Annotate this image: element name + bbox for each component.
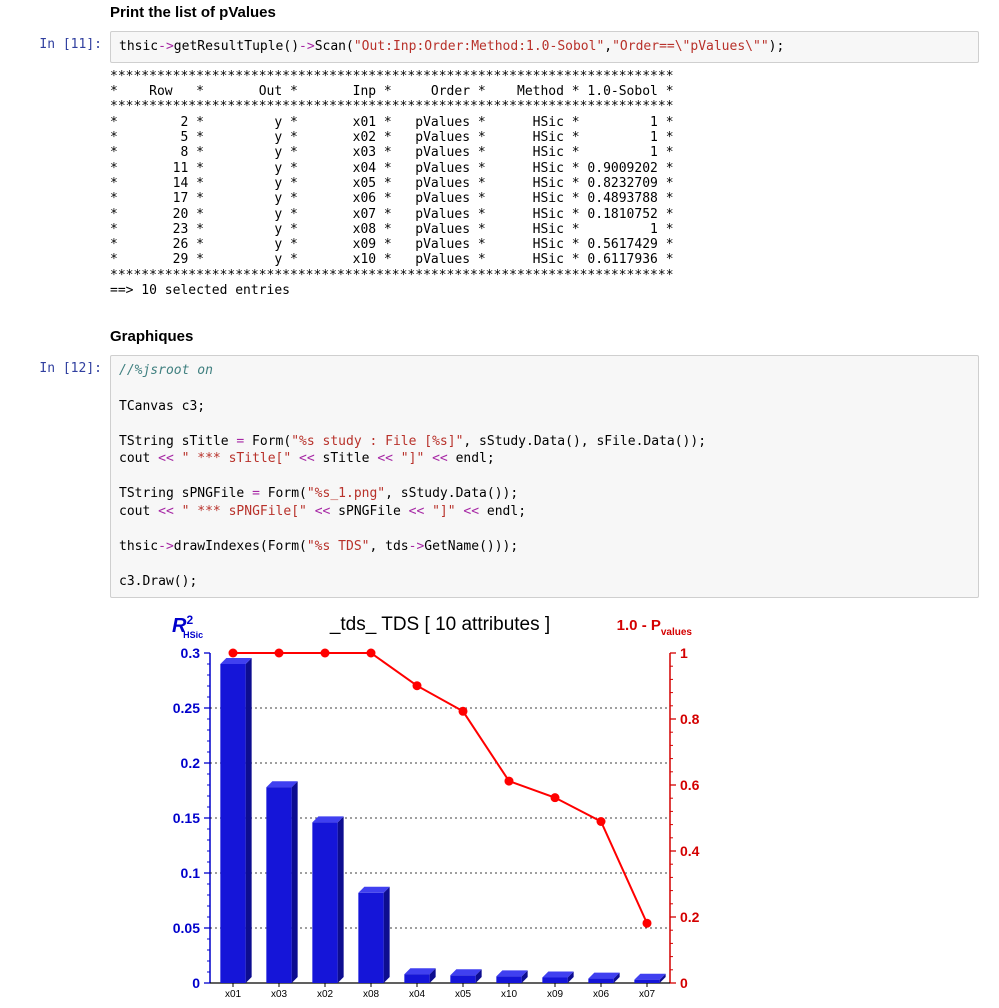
svg-text:x05: x05 [455, 989, 472, 1000]
code-tok: c3.Draw(); [119, 574, 197, 589]
code-tok [424, 504, 432, 519]
svg-text:0.15: 0.15 [173, 810, 200, 826]
code-tok: "%s study : File [%s]" [291, 434, 463, 449]
heading-pvalues: Print the list of pValues [110, 4, 979, 21]
svg-text:0.05: 0.05 [173, 920, 200, 936]
chart-output: _tds_ TDS [ 10 attributes ] R2HSic 1.0 - P… [140, 608, 700, 1008]
prompt-spacer: . [0, 598, 110, 619]
code-tok: TString sTitle [119, 434, 236, 449]
code-tok: -> [299, 39, 315, 54]
code-tok: ); [769, 39, 785, 54]
code-tok: sTitle [315, 451, 378, 466]
code-tok [393, 451, 401, 466]
output-11: ****************************************… [110, 69, 979, 299]
svg-text:0.6: 0.6 [680, 777, 700, 793]
code-tok: "Out:Inp:Order:Method:1.0-Sobol" [354, 39, 604, 54]
code-tok: " *** sPNGFile[" [182, 504, 307, 519]
svg-text:x09: x09 [547, 989, 564, 1000]
code-tok: GetName())); [424, 539, 518, 554]
code-tok: "%s_1.png" [307, 486, 385, 501]
svg-text:x10: x10 [501, 989, 518, 1000]
svg-text:1: 1 [680, 645, 688, 661]
heading-graphiques: Graphiques [110, 328, 979, 345]
code-tok: //%jsroot on [119, 363, 213, 378]
code-tok: << [158, 451, 174, 466]
svg-text:0.25: 0.25 [173, 700, 200, 716]
code-tok: Scan( [315, 39, 354, 54]
code-tok [424, 451, 432, 466]
svg-text:0.8: 0.8 [680, 711, 700, 727]
code-tok: "]" [432, 504, 455, 519]
code-input-11[interactable]: thsic->getResultTuple()->Scan("Out:Inp:O… [110, 31, 979, 63]
prompt-spacer: . [0, 324, 110, 345]
code-tok: TString sPNGFile [119, 486, 252, 501]
svg-text:0.2: 0.2 [181, 755, 201, 771]
code-tok: -> [158, 539, 174, 554]
code-tok: , sStudy.Data(), sFile.Data()); [463, 434, 706, 449]
code-tok: << [158, 504, 174, 519]
code-tok [291, 451, 299, 466]
code-tok: , tds [369, 539, 408, 554]
code-tok: , sStudy.Data()); [385, 486, 518, 501]
svg-text:x08: x08 [363, 989, 380, 1000]
code-tok: "Order==\"pValues\"" [612, 39, 769, 54]
code-tok: = [252, 486, 260, 501]
code-tok: , [604, 39, 612, 54]
svg-text:x01: x01 [225, 989, 242, 1000]
svg-text:_tds_ TDS [ 10 attributes ]: _tds_ TDS [ 10 attributes ] [329, 614, 550, 635]
svg-text:x07: x07 [639, 989, 656, 1000]
prompt-in-12: In [12]: [0, 355, 110, 376]
code-tok: -> [409, 539, 425, 554]
code-tok: "%s TDS" [307, 539, 370, 554]
code-tok: Form( [260, 486, 307, 501]
code-tok: cout [119, 504, 158, 519]
code-tok: -> [158, 39, 174, 54]
svg-text:x02: x02 [317, 989, 334, 1000]
code-tok: << [377, 451, 393, 466]
code-tok: << [299, 451, 315, 466]
code-tok: thsic [119, 39, 158, 54]
svg-text:0: 0 [680, 975, 688, 991]
prompt-in-11: In [11]: [0, 31, 110, 52]
code-tok: "]" [401, 451, 424, 466]
code-tok: thsic [119, 539, 158, 554]
code-tok [174, 451, 182, 466]
code-input-12[interactable]: //%jsroot on TCanvas c3; TString sTitle … [110, 355, 979, 597]
svg-text:x03: x03 [271, 989, 288, 1000]
code-tok: << [409, 504, 425, 519]
code-tok: endl; [448, 451, 495, 466]
code-tok: cout [119, 451, 158, 466]
code-tok: " *** sTitle[" [182, 451, 292, 466]
svg-text:0.4: 0.4 [680, 843, 700, 859]
code-tok: sPNGFile [330, 504, 408, 519]
code-tok: << [315, 504, 331, 519]
code-tok: << [432, 451, 448, 466]
svg-text:0: 0 [192, 975, 200, 991]
svg-text:0.2: 0.2 [680, 909, 700, 925]
prompt-spacer: . [0, 63, 110, 84]
code-tok: getResultTuple() [174, 39, 299, 54]
code-tok: Form( [244, 434, 291, 449]
svg-text:x06: x06 [593, 989, 610, 1000]
prompt-spacer: . [0, 0, 110, 21]
svg-text:R2HSic: R2HSic [172, 613, 203, 640]
code-tok [307, 504, 315, 519]
svg-text:0.1: 0.1 [181, 865, 201, 881]
code-tok: TCanvas c3; [119, 399, 205, 414]
code-tok [174, 504, 182, 519]
svg-text:0.3: 0.3 [181, 645, 201, 661]
code-tok: drawIndexes(Form( [174, 539, 307, 554]
svg-text:x04: x04 [409, 989, 426, 1000]
svg-text:1.0 - Pvalues: 1.0 - Pvalues [617, 617, 693, 638]
code-tok: endl; [479, 504, 526, 519]
code-tok: << [463, 504, 479, 519]
